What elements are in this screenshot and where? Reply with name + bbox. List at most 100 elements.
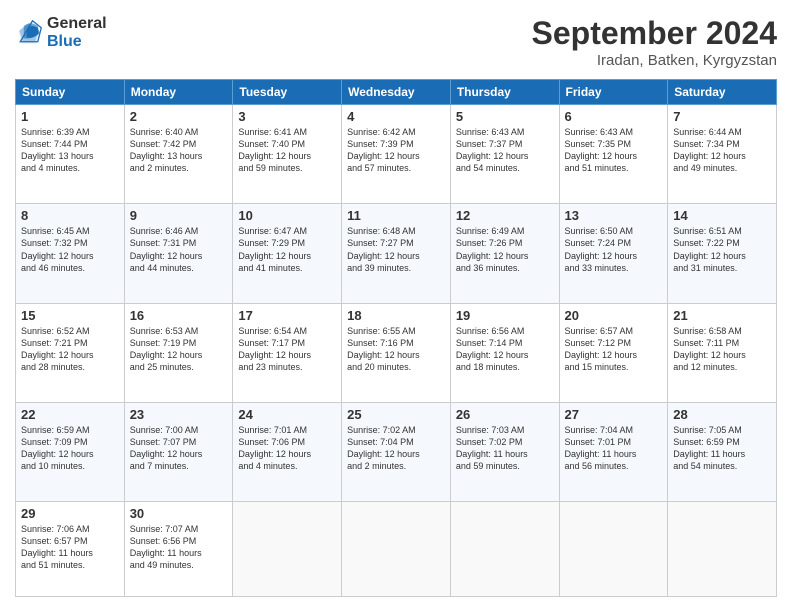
day-number: 11	[347, 208, 445, 223]
day-info: Sunrise: 6:54 AMSunset: 7:17 PMDaylight:…	[238, 325, 336, 374]
day-info: Sunrise: 7:04 AMSunset: 7:01 PMDaylight:…	[565, 424, 663, 473]
table-row: 25Sunrise: 7:02 AMSunset: 7:04 PMDayligh…	[342, 402, 451, 501]
col-sunday: Sunday	[16, 80, 125, 105]
logo-blue-text: Blue	[47, 33, 107, 51]
table-row: 1 Sunrise: 6:39 AMSunset: 7:44 PMDaylight…	[16, 105, 125, 204]
day-number: 24	[238, 407, 336, 422]
table-row: 19Sunrise: 6:56 AMSunset: 7:14 PMDayligh…	[450, 303, 559, 402]
table-row: 18 Sunrise: 6:55 AMSunset: 7:16 PMDayligh…	[342, 303, 451, 402]
table-row	[559, 502, 668, 597]
day-number: 23	[130, 407, 228, 422]
month-title: September 2024	[532, 15, 777, 52]
table-row: 3 Sunrise: 6:41 AMSunset: 7:40 PMDaylight…	[233, 105, 342, 204]
day-info: Sunrise: 7:03 AMSunset: 7:02 PMDaylight:…	[456, 424, 554, 473]
table-row: 26 Sunrise: 7:03 AMSunset: 7:02 PMDayligh…	[450, 402, 559, 501]
calendar-table: Sunday Monday Tuesday Wednesday Thursday…	[15, 79, 777, 597]
day-info: Sunrise: 6:45 AMSunset: 7:32 PMDaylight:…	[21, 225, 119, 274]
table-row: 23 Sunrise: 7:00 AMSunset: 7:07 PMDayligh…	[124, 402, 233, 501]
day-number: 14	[673, 208, 771, 223]
day-info: Sunrise: 6:55 AMSunset: 7:16 PMDaylight:…	[347, 325, 445, 374]
day-info: Sunrise: 7:00 AMSunset: 7:07 PMDaylight:…	[130, 424, 228, 473]
day-number: 5	[456, 109, 554, 124]
col-saturday: Saturday	[668, 80, 777, 105]
day-number: 3	[238, 109, 336, 124]
day-number: 10	[238, 208, 336, 223]
day-info: Sunrise: 6:59 AMSunset: 7:09 PMDaylight:…	[21, 424, 119, 473]
table-row: 24 Sunrise: 7:01 AMSunset: 7:06 PMDayligh…	[233, 402, 342, 501]
col-tuesday: Tuesday	[233, 80, 342, 105]
table-row	[233, 502, 342, 597]
table-row: 17 Sunrise: 6:54 AMSunset: 7:17 PMDayligh…	[233, 303, 342, 402]
day-number: 2	[130, 109, 228, 124]
day-number: 18	[347, 308, 445, 323]
day-number: 13	[565, 208, 663, 223]
table-row: 8 Sunrise: 6:45 AMSunset: 7:32 PMDaylight…	[16, 204, 125, 303]
day-number: 21	[673, 308, 771, 323]
table-row: 5 Sunrise: 6:43 AMSunset: 7:37 PMDaylight…	[450, 105, 559, 204]
table-row: 28 Sunrise: 7:05 AMSunset: 6:59 PMDayligh…	[668, 402, 777, 501]
day-number: 27	[565, 407, 663, 422]
col-friday: Friday	[559, 80, 668, 105]
col-wednesday: Wednesday	[342, 80, 451, 105]
table-row: 11 Sunrise: 6:48 AMSunset: 7:27 PMDayligh…	[342, 204, 451, 303]
day-number: 15	[21, 308, 119, 323]
table-row: 30Sunrise: 7:07 AMSunset: 6:56 PMDayligh…	[124, 502, 233, 597]
table-row: 7 Sunrise: 6:44 AMSunset: 7:34 PMDaylight…	[668, 105, 777, 204]
day-number: 7	[673, 109, 771, 124]
day-info: Sunrise: 6:42 AMSunset: 7:39 PMDaylight:…	[347, 126, 445, 175]
day-info: Sunrise: 6:53 AMSunset: 7:19 PMDaylight:…	[130, 325, 228, 374]
day-number: 9	[130, 208, 228, 223]
table-row: 16 Sunrise: 6:53 AMSunset: 7:19 PMDayligh…	[124, 303, 233, 402]
table-row: 6 Sunrise: 6:43 AMSunset: 7:35 PMDaylight…	[559, 105, 668, 204]
day-number: 4	[347, 109, 445, 124]
table-row: 4 Sunrise: 6:42 AMSunset: 7:39 PMDaylight…	[342, 105, 451, 204]
location-title: Iradan, Batken, Kyrgyzstan	[532, 52, 777, 69]
day-info: Sunrise: 6:39 AMSunset: 7:44 PMDaylight:…	[21, 126, 119, 175]
day-number: 1	[21, 109, 119, 124]
col-thursday: Thursday	[450, 80, 559, 105]
day-info: Sunrise: 7:01 AMSunset: 7:06 PMDaylight:…	[238, 424, 336, 473]
table-row: 13 Sunrise: 6:50 AMSunset: 7:24 PMDayligh…	[559, 204, 668, 303]
day-number: 20	[565, 308, 663, 323]
day-info: Sunrise: 6:49 AMSunset: 7:26 PMDaylight:…	[456, 225, 554, 274]
table-row: 10 Sunrise: 6:47 AMSunset: 7:29 PMDayligh…	[233, 204, 342, 303]
day-info: Sunrise: 6:48 AMSunset: 7:27 PMDaylight:…	[347, 225, 445, 274]
day-number: 26	[456, 407, 554, 422]
day-number: 29	[21, 506, 119, 521]
day-info: Sunrise: 6:43 AMSunset: 7:35 PMDaylight:…	[565, 126, 663, 175]
table-row: 9Sunrise: 6:46 AMSunset: 7:31 PMDaylight…	[124, 204, 233, 303]
logo: General Blue	[15, 15, 107, 50]
day-info: Sunrise: 6:43 AMSunset: 7:37 PMDaylight:…	[456, 126, 554, 175]
header: General Blue September 2024 Iradan, Batk…	[15, 15, 777, 69]
day-number: 17	[238, 308, 336, 323]
day-number: 8	[21, 208, 119, 223]
day-number: 19	[456, 308, 554, 323]
day-info: Sunrise: 6:51 AMSunset: 7:22 PMDaylight:…	[673, 225, 771, 274]
table-row	[450, 502, 559, 597]
table-row: 21Sunrise: 6:58 AMSunset: 7:11 PMDayligh…	[668, 303, 777, 402]
day-info: Sunrise: 6:47 AMSunset: 7:29 PMDaylight:…	[238, 225, 336, 274]
table-row	[668, 502, 777, 597]
day-number: 28	[673, 407, 771, 422]
day-info: Sunrise: 7:05 AMSunset: 6:59 PMDaylight:…	[673, 424, 771, 473]
table-row: 20 Sunrise: 6:57 AMSunset: 7:12 PMDayligh…	[559, 303, 668, 402]
day-info: Sunrise: 7:07 AMSunset: 6:56 PMDaylight:…	[130, 523, 228, 572]
day-info: Sunrise: 6:44 AMSunset: 7:34 PMDaylight:…	[673, 126, 771, 175]
day-info: Sunrise: 6:57 AMSunset: 7:12 PMDaylight:…	[565, 325, 663, 374]
day-number: 25	[347, 407, 445, 422]
table-row: 12Sunrise: 6:49 AMSunset: 7:26 PMDayligh…	[450, 204, 559, 303]
table-row: 27 Sunrise: 7:04 AMSunset: 7:01 PMDayligh…	[559, 402, 668, 501]
day-info: Sunrise: 6:41 AMSunset: 7:40 PMDaylight:…	[238, 126, 336, 175]
col-monday: Monday	[124, 80, 233, 105]
day-info: Sunrise: 6:50 AMSunset: 7:24 PMDaylight:…	[565, 225, 663, 274]
day-number: 6	[565, 109, 663, 124]
table-row: 22Sunrise: 6:59 AMSunset: 7:09 PMDayligh…	[16, 402, 125, 501]
logo-text: General Blue	[47, 15, 107, 50]
table-row: 2Sunrise: 6:40 AMSunset: 7:42 PMDaylight…	[124, 105, 233, 204]
day-info: Sunrise: 7:06 AMSunset: 6:57 PMDaylight:…	[21, 523, 119, 572]
calendar-header-row: Sunday Monday Tuesday Wednesday Thursday…	[16, 80, 777, 105]
title-block: September 2024 Iradan, Batken, Kyrgyzsta…	[532, 15, 777, 69]
table-row: 29 Sunrise: 7:06 AMSunset: 6:57 PMDayligh…	[16, 502, 125, 597]
day-number: 16	[130, 308, 228, 323]
table-row: 14 Sunrise: 6:51 AMSunset: 7:22 PMDayligh…	[668, 204, 777, 303]
